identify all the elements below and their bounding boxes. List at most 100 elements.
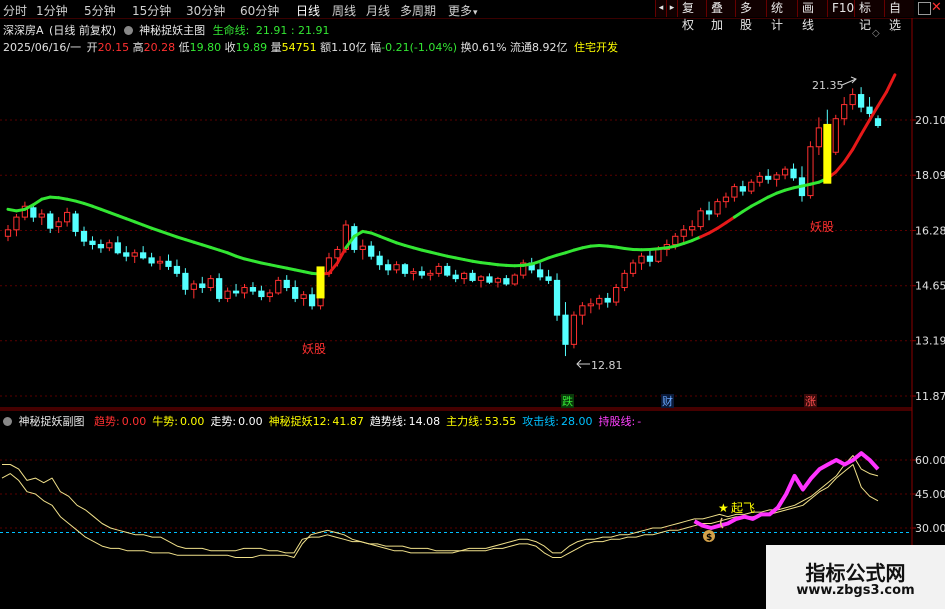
candle-body	[140, 252, 147, 259]
candle-body	[410, 271, 417, 274]
sub-item-value: 0.00	[238, 415, 263, 428]
chevron-up-icon[interactable]: ⌃	[889, 28, 897, 39]
candle-body	[4, 229, 12, 237]
candle-body	[292, 287, 299, 299]
sub-item-label: 神秘捉妖12:	[268, 415, 331, 428]
demon-stock-label-1: 妖股	[302, 342, 326, 356]
low-annotation: 12.81	[576, 359, 623, 372]
diamond-icon[interactable]: ◇	[872, 28, 880, 39]
candle-body	[697, 210, 704, 228]
candle-body	[384, 264, 392, 271]
takeoff-label: 起飞	[731, 501, 755, 515]
candle-body	[655, 248, 662, 262]
sub-item-label: 走势:	[210, 415, 237, 428]
candle-body	[401, 264, 409, 274]
candle-body	[80, 230, 88, 242]
kline-chart[interactable]: ◇ ⌃ 20.10 18.09 16.28 14.65 13.19 11.87 21.35…	[0, 0, 945, 609]
life-line-red-segment	[716, 221, 728, 230]
candle-body	[621, 272, 628, 289]
money-bag-symbol: $	[706, 533, 712, 543]
candle-body	[283, 279, 290, 289]
candle-body	[89, 240, 96, 245]
candle-body	[596, 297, 603, 305]
candle-body	[359, 245, 366, 250]
candle-body	[376, 255, 383, 266]
event-marker-drop[interactable]: 跌	[562, 394, 573, 408]
candle-body	[562, 314, 569, 345]
candle-body	[756, 175, 763, 183]
sub-indicator-gear-icon[interactable]	[3, 417, 12, 426]
sub-item-value: 53.55	[484, 415, 517, 428]
sub-indicator-values: 趋势: 0.00 牛势: 0.00 走势: 0.00 神秘捉妖12: 41.87 趋势线: 14.…	[88, 415, 641, 428]
sub-item-value: 14.08	[408, 415, 441, 428]
candle-body	[469, 272, 476, 281]
price-axis-label: 18.09	[915, 169, 945, 182]
candle-body	[604, 297, 611, 303]
candle-body	[638, 255, 645, 264]
candle-body	[807, 146, 814, 197]
candle-body	[300, 294, 307, 299]
candle-body	[815, 127, 822, 148]
life-line-red-segment	[851, 133, 863, 151]
life-line-green-segment	[732, 209, 745, 219]
sub-item-value: 28.00	[561, 415, 593, 428]
candle-body	[308, 294, 316, 307]
candle-body	[494, 278, 502, 283]
sub-item-value: 0.00	[179, 415, 205, 428]
candle-body	[841, 104, 848, 120]
candle-body	[199, 283, 206, 289]
sub-item-value: 41.87	[332, 415, 364, 428]
candle-body	[731, 186, 738, 198]
candle-body	[781, 168, 789, 176]
sub-axis-label: 60.00	[915, 454, 945, 467]
candle-body	[241, 287, 248, 294]
candle-body	[393, 264, 400, 271]
candle-body	[258, 290, 265, 298]
sub-axis-label: 30.00	[915, 522, 945, 535]
candle-body	[190, 283, 197, 290]
life-line-red-segment	[842, 147, 855, 164]
candle-body	[38, 213, 45, 218]
sub-item-value: 0.00	[121, 415, 147, 428]
candle-body	[148, 257, 155, 264]
candle-body	[503, 278, 510, 285]
candle-body	[182, 272, 189, 290]
candle-body	[629, 262, 637, 274]
candle-body	[613, 287, 620, 303]
candle-body	[537, 269, 544, 278]
candle-body	[173, 265, 181, 274]
candle-body	[114, 242, 121, 254]
sub-indicator-name[interactable]: 神秘捉妖副图	[19, 415, 85, 428]
candle-body	[131, 252, 138, 257]
price-axis-label: 13.19	[915, 335, 945, 348]
life-line-red-segment	[834, 160, 846, 174]
life-line-red-segment	[724, 215, 736, 225]
candle-body	[511, 274, 518, 285]
candle-body	[224, 290, 231, 299]
life-line-green-segment	[31, 197, 44, 207]
sub-header: 神秘捉妖副图 趋势: 0.00 牛势: 0.00 走势: 0.00 神秘捉妖12: 41.87…	[3, 413, 641, 429]
candle-body	[748, 181, 755, 192]
candle-body	[47, 213, 54, 229]
price-axis-label: 14.65	[915, 280, 945, 293]
sub-item-label: 攻击线:	[522, 415, 560, 428]
candle-body	[874, 118, 882, 127]
life-line-red-segment	[876, 90, 888, 108]
sub-item-label: 牛势:	[152, 415, 178, 428]
candle-body	[427, 272, 434, 276]
price-axis-label: 11.87	[915, 390, 945, 403]
candle-body	[452, 274, 459, 280]
candle-body	[866, 106, 873, 115]
event-marker-finance[interactable]: 财	[662, 394, 673, 408]
price-axis-label: 20.10	[915, 114, 945, 127]
event-marker-rise[interactable]: 涨	[805, 395, 816, 408]
candle-body	[13, 216, 20, 231]
candle-body	[106, 242, 113, 249]
candle-body	[207, 278, 214, 289]
candle-body	[30, 207, 37, 218]
candle-body	[64, 211, 71, 223]
candle-body	[570, 314, 578, 345]
candle-body	[857, 94, 865, 108]
candle-body	[266, 292, 273, 298]
life-line-red-segment	[884, 73, 897, 94]
